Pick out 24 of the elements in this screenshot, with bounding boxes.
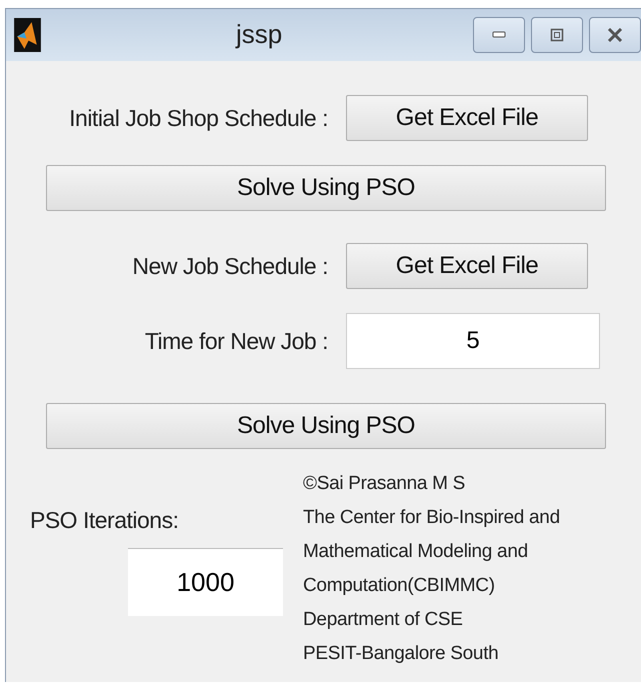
field-label: Time for New Job :	[144, 328, 329, 354]
app-icon	[14, 18, 41, 52]
minimize-button[interactable]	[473, 17, 525, 53]
credit-text: Computation(CBIMMC)	[303, 574, 496, 598]
maximize-button[interactable]	[531, 17, 583, 53]
credit-text: Mathematical Modeling and	[303, 540, 529, 564]
close-icon	[607, 28, 623, 42]
credit-text: PESIT-Bangalore South	[303, 642, 500, 666]
time-input[interactable]: 5	[346, 313, 600, 369]
solve-button[interactable]: Solve Using PSO	[46, 165, 606, 211]
iterations-input[interactable]: 1000	[128, 548, 283, 616]
get-file-button[interactable]: Get Excel File	[346, 95, 588, 141]
get-file-button[interactable]: Get Excel File	[346, 243, 588, 289]
credit-text: The Center for Bio-Inspired and	[303, 506, 560, 530]
solve-button[interactable]: Solve Using PSO	[46, 403, 606, 449]
credit-text: Department of CSE	[303, 608, 464, 632]
window-title: jssp	[236, 19, 282, 50]
minimize-icon	[492, 31, 506, 39]
iterations-label: PSO Iterations:	[30, 507, 180, 534]
field-label: New Job Schedule :	[131, 252, 329, 280]
field-label: Initial Job Shop Schedule :	[68, 104, 329, 132]
close-button[interactable]	[589, 17, 641, 53]
maximize-icon	[550, 28, 564, 42]
credit-text: ©Sai Prasanna M S	[303, 472, 466, 496]
